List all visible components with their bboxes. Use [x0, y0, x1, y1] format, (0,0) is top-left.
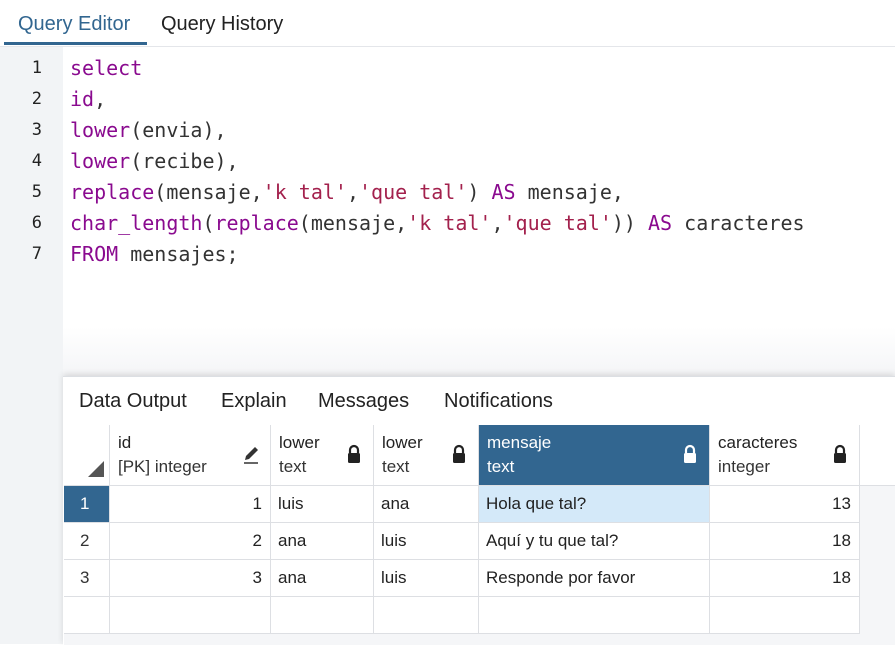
- lock-icon: [453, 444, 465, 463]
- empty-cell: [110, 597, 271, 634]
- lock-icon: [684, 444, 696, 463]
- tab-query-history[interactable]: Query History: [161, 13, 283, 36]
- code-line: 6 char_length(replace(mensaje,'k tal','q…: [0, 210, 895, 241]
- tab-messages[interactable]: Messages: [318, 390, 409, 413]
- editor-tab-bar: Query Editor Query History: [0, 0, 895, 47]
- column-type: [PK] integer: [118, 457, 207, 476]
- column-name: mensaje: [487, 433, 552, 452]
- code-text: char_length(replace(mensaje,'k tal','que…: [70, 211, 805, 235]
- line-number: 1: [31, 58, 42, 78]
- cell-lower-recibe[interactable]: luis: [374, 560, 479, 597]
- code-text: id,: [70, 87, 107, 111]
- code-text: lower(envia),: [70, 118, 227, 142]
- table-row[interactable]: 1 1 luis ana Hola que tal? 13: [64, 486, 860, 523]
- column-type: text: [382, 457, 410, 476]
- cell-id[interactable]: 1: [110, 486, 271, 523]
- cell-lower-envia[interactable]: luis: [271, 486, 374, 523]
- row-number[interactable]: 3: [64, 560, 110, 597]
- line-number: 4: [31, 151, 42, 171]
- column-header-filler: [860, 425, 895, 486]
- column-header-lower-envia[interactable]: lower text: [271, 425, 374, 486]
- sql-editor[interactable]: 1 select 2 id, 3 lower(envia), 4 lower(r…: [0, 47, 895, 377]
- code-text: select: [70, 56, 143, 80]
- code-text: lower(recibe),: [70, 149, 239, 173]
- table-row[interactable]: 3 3 ana luis Responde por favor 18: [64, 560, 860, 597]
- cell-lower-recibe[interactable]: ana: [374, 486, 479, 523]
- cell-caracteres[interactable]: 13: [710, 486, 860, 523]
- line-number: 3: [31, 120, 42, 140]
- empty-cell: [479, 597, 710, 634]
- lock-icon: [348, 444, 360, 463]
- row-number[interactable]: 2: [64, 523, 110, 560]
- code-line: 5 replace(mensaje,'k tal','que tal') AS …: [0, 179, 895, 210]
- column-name: lower: [279, 433, 320, 452]
- column-name: caracteres: [718, 433, 798, 452]
- table-row[interactable]: 2 2 ana luis Aquí y tu que tal? 18: [64, 523, 860, 560]
- active-tab-indicator: [4, 42, 147, 45]
- column-header-lower-recibe[interactable]: lower text: [374, 425, 479, 486]
- column-name: id: [118, 433, 132, 452]
- code-line: 2 id,: [0, 86, 895, 117]
- cell-lower-envia[interactable]: ana: [271, 523, 374, 560]
- code-text: replace(mensaje,'k tal','que tal') AS me…: [70, 180, 624, 204]
- code-line: 3 lower(envia),: [0, 117, 895, 148]
- line-number: 6: [31, 213, 42, 233]
- tab-explain[interactable]: Explain: [221, 390, 287, 413]
- line-number: 2: [31, 89, 42, 109]
- data-grid: id [PK] integer lower text lower text me…: [64, 425, 895, 645]
- column-header-caracteres[interactable]: caracteres integer: [710, 425, 860, 486]
- cell-mensaje[interactable]: Responde por favor: [479, 560, 710, 597]
- column-type: text: [487, 457, 515, 476]
- cell-id[interactable]: 3: [110, 560, 271, 597]
- cell-lower-recibe[interactable]: luis: [374, 523, 479, 560]
- line-number: 5: [31, 182, 42, 202]
- row-number[interactable]: 1: [64, 486, 110, 523]
- code-line: 4 lower(recibe),: [0, 148, 895, 179]
- empty-cell: [64, 597, 110, 634]
- row-header-corner[interactable]: [64, 425, 110, 486]
- cell-caracteres[interactable]: 18: [710, 560, 860, 597]
- column-type: text: [279, 457, 307, 476]
- cell-lower-envia[interactable]: ana: [271, 560, 374, 597]
- tab-query-editor[interactable]: Query Editor: [18, 13, 130, 36]
- code-line: 1 select: [0, 55, 895, 86]
- line-number: 7: [31, 244, 42, 264]
- empty-cell: [710, 597, 860, 634]
- cell-mensaje[interactable]: Aquí y tu que tal?: [479, 523, 710, 560]
- empty-cell: [271, 597, 374, 634]
- code-line: 7 FROM mensajes;: [0, 241, 895, 272]
- cell-id[interactable]: 2: [110, 523, 271, 560]
- tab-data-output[interactable]: Data Output: [79, 390, 187, 413]
- editor-bottom-fade: [63, 327, 895, 377]
- cell-caracteres[interactable]: 18: [710, 523, 860, 560]
- code-text: FROM mensajes;: [70, 242, 239, 266]
- tab-notifications[interactable]: Notifications: [444, 390, 553, 413]
- empty-cell: [374, 597, 479, 634]
- empty-row: [64, 597, 860, 634]
- cell-mensaje[interactable]: Hola que tal?: [479, 486, 710, 523]
- results-panel: Data Output Explain Messages Notificatio…: [63, 376, 895, 645]
- column-header-mensaje[interactable]: mensaje text: [479, 425, 710, 486]
- column-header-id[interactable]: id [PK] integer: [110, 425, 271, 486]
- lock-icon: [834, 444, 846, 463]
- column-type: integer: [718, 457, 770, 476]
- select-all-icon: [88, 461, 104, 477]
- column-name: lower: [382, 433, 423, 452]
- pencil-icon: [244, 447, 258, 464]
